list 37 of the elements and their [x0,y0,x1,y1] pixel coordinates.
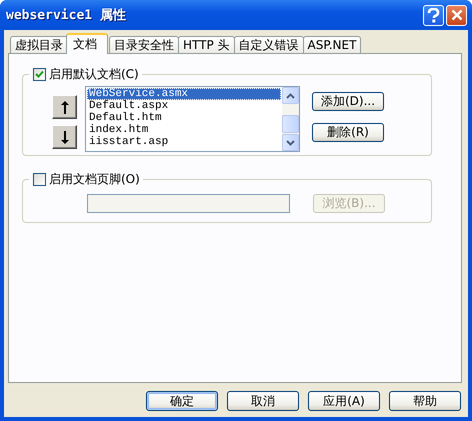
scroll-thumb[interactable] [282,115,299,133]
checkbox-label[interactable]: 启用默认文档(C) [49,66,139,83]
dialog-button[interactable]: 帮助 [389,391,461,411]
list-item[interactable]: WebService.asmx [87,88,281,100]
close-button[interactable] [446,4,467,26]
chevron-down-icon [286,140,295,146]
tab[interactable]: 自定义错误 [234,36,304,53]
tab[interactable]: 文档 [66,33,108,54]
tab[interactable]: 目录安全性 [109,36,179,53]
checkbox[interactable] [33,68,46,81]
list-item[interactable]: Default.aspx [87,100,281,112]
up-arrow-icon [60,100,68,114]
tab[interactable]: HTTP 头 [178,36,235,53]
help-icon [427,8,440,22]
checkbox-label[interactable]: 启用文档页脚(O) [49,171,140,188]
tab[interactable]: 虚拟目录 [10,36,68,53]
close-icon [450,9,462,21]
remove-button[interactable]: 删除(R) [312,123,384,142]
move-down-button[interactable] [52,125,77,149]
list-item[interactable]: iisstart.asp [87,136,281,148]
scroll-up-button[interactable] [282,87,299,104]
dialog-button[interactable]: 应用(A) [308,391,380,411]
dialog-button[interactable]: 取消 [227,391,299,411]
chevron-up-icon [286,92,295,98]
add-button[interactable]: 添加(D)... [312,92,384,111]
scrollbar[interactable] [282,87,299,151]
down-arrow-icon [60,130,68,144]
dialog-button[interactable]: 确定 [146,391,218,411]
window-title: webservice1 属性 [6,7,126,24]
document-list[interactable]: WebService.asmx Default.aspx Default.htm index.htm iisstart.asp [85,86,300,152]
list-item[interactable]: Default.htm [87,112,281,124]
list-item[interactable]: index.htm [87,124,281,136]
move-up-button[interactable] [52,95,77,119]
scroll-down-button[interactable] [282,134,299,151]
help-button[interactable] [423,4,444,26]
checkbox[interactable] [33,173,46,186]
tab[interactable]: ASP.NET [302,36,362,53]
